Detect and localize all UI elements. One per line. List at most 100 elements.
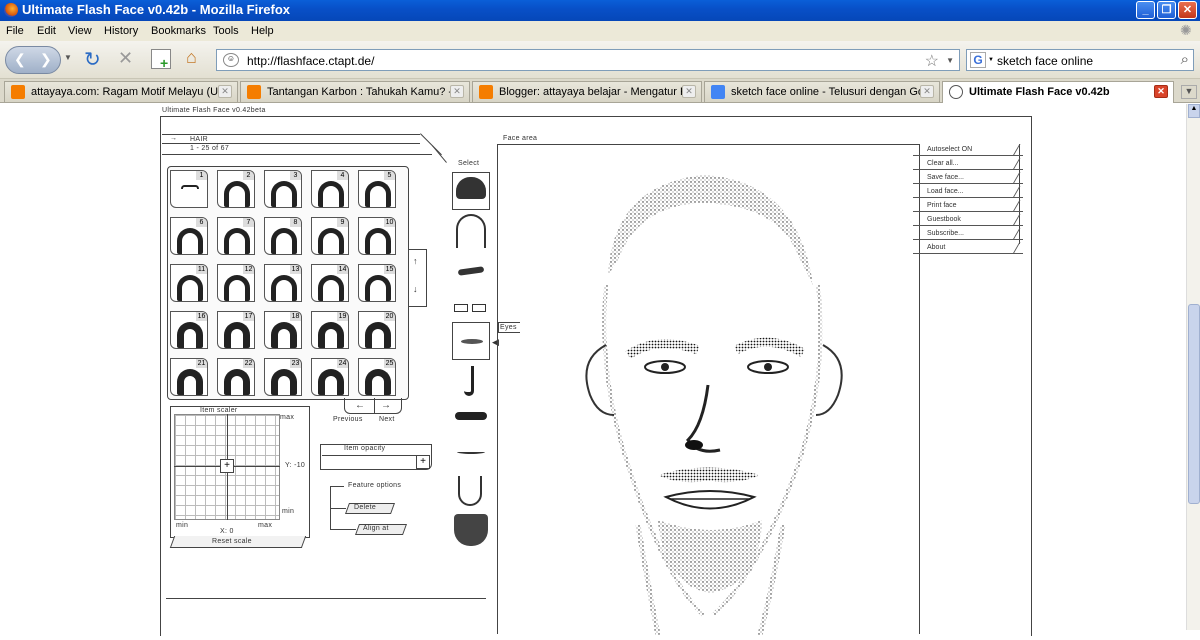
page-scrollbar[interactable]: ▲ [1186, 104, 1200, 630]
history-dropdown-icon[interactable]: ▼ [64, 53, 72, 62]
select-chin[interactable] [452, 472, 490, 510]
delete-label[interactable]: Delete [354, 504, 376, 511]
tab-close-icon[interactable]: ✕ [920, 85, 934, 98]
menu-print-face[interactable]: Print face [913, 200, 1023, 212]
category-header: → HAIR [162, 134, 420, 144]
menu-save-face[interactable]: Save face... [913, 172, 1023, 184]
back-icon[interactable]: ❮ [14, 51, 26, 68]
menu-history[interactable]: History [104, 25, 138, 37]
hair-tile[interactable]: 9 [311, 217, 349, 255]
tile-number: 15 [384, 265, 395, 274]
menu-bookmarks[interactable]: Bookmarks [151, 25, 206, 37]
menu-load-face[interactable]: Load face... [913, 186, 1023, 198]
hair-tile[interactable]: 12 [217, 264, 255, 302]
hair-tile[interactable]: 1 [170, 170, 208, 208]
scroll-thumb[interactable] [1188, 304, 1200, 504]
url-dropdown-icon[interactable]: ▼ [946, 56, 954, 65]
hair-preview [318, 228, 344, 254]
home-icon[interactable]: ⌂ [186, 47, 197, 68]
select-hair[interactable] [452, 172, 490, 210]
hair-tile[interactable]: 24 [311, 358, 349, 396]
menu-help[interactable]: Help [251, 25, 274, 37]
select-eyes[interactable] [452, 322, 490, 360]
scroll-up-arrow-icon[interactable]: ▲ [1188, 104, 1200, 118]
forward-icon[interactable]: ❯ [40, 51, 52, 68]
select-mustache[interactable] [452, 400, 490, 438]
menu-view[interactable]: View [68, 25, 92, 37]
next-label[interactable]: Next [379, 416, 395, 423]
tab-close-icon[interactable]: ✕ [682, 85, 696, 98]
menu-tools[interactable]: Tools [213, 25, 239, 37]
menu-subscribe[interactable]: Subscribe... [913, 228, 1023, 240]
hair-tile[interactable]: 17 [217, 311, 255, 349]
hair-tile[interactable]: 14 [311, 264, 349, 302]
hair-tile[interactable]: 2 [217, 170, 255, 208]
hair-tile[interactable]: 4 [311, 170, 349, 208]
tab-close-icon[interactable]: ✕ [218, 85, 232, 98]
hair-tile[interactable]: 18 [264, 311, 302, 349]
hair-tile[interactable]: 25 [358, 358, 396, 396]
hair-tile[interactable]: 7 [217, 217, 255, 255]
tab-flash-face[interactable]: Ultimate Flash Face v0.42b ✕ [942, 81, 1174, 103]
scroll-up-icon[interactable]: ↑ [413, 256, 418, 266]
face-area[interactable] [497, 144, 919, 636]
hair-tile[interactable]: 15 [358, 264, 396, 302]
reload-icon[interactable]: ↻ [84, 47, 101, 72]
select-nose[interactable] [452, 362, 490, 400]
hair-tile[interactable]: 20 [358, 311, 396, 349]
select-head-shape[interactable] [452, 212, 490, 250]
search-bar[interactable]: G ▼ sketch face online ⌕ [966, 49, 1194, 71]
search-magnifier-icon[interactable]: ⌕ [1181, 51, 1189, 68]
menu-autoselect[interactable]: Autoselect ON [913, 144, 1023, 156]
hair-tile[interactable]: 13 [264, 264, 302, 302]
scaler-x-value: X: 0 [220, 528, 234, 535]
minimize-button[interactable]: _ [1136, 1, 1155, 19]
hair-tile[interactable]: 5 [358, 170, 396, 208]
hair-tile[interactable]: 22 [217, 358, 255, 396]
previous-label[interactable]: Previous [333, 416, 363, 423]
new-tab-icon[interactable]: + [151, 49, 171, 71]
scaler-handle-icon[interactable]: + [220, 459, 234, 473]
menu-guestbook[interactable]: Guestbook [913, 214, 1023, 226]
tab-close-icon[interactable]: ✕ [1154, 85, 1168, 98]
opacity-slider-handle-icon[interactable]: + [416, 455, 430, 469]
hair-tile[interactable]: 8 [264, 217, 302, 255]
search-engine-dropdown-icon[interactable]: ▼ [988, 57, 994, 63]
menu-edit[interactable]: Edit [37, 25, 56, 37]
scroll-down-icon[interactable]: ↓ [413, 284, 418, 294]
stop-icon[interactable]: ✕ [118, 48, 133, 69]
tab-label: Blogger: attayaya belajar - Mengatur P..… [499, 86, 696, 98]
tab-tantangan-karbon[interactable]: Tantangan Karbon : Tahukah Kamu? - 1 ✕ [240, 81, 470, 102]
menu-about[interactable]: About [913, 242, 1023, 254]
next-arrow-icon[interactable]: → [381, 400, 391, 411]
tab-blogger[interactable]: Blogger: attayaya belajar - Mengatur P..… [472, 81, 702, 102]
hair-tile[interactable]: 21 [170, 358, 208, 396]
hair-tile[interactable]: 19 [311, 311, 349, 349]
select-mouth[interactable] [452, 436, 490, 474]
select-beard[interactable] [452, 510, 490, 548]
previous-arrow-icon[interactable]: ← [355, 400, 365, 411]
align-at-label[interactable]: Align at [363, 525, 389, 532]
site-identity-icon[interactable]: ☺ [223, 53, 239, 67]
bookmark-star-icon[interactable]: ☆ [925, 51, 939, 71]
hair-tile[interactable]: 11 [170, 264, 208, 302]
tab-list-dropdown-icon[interactable]: ▼ [1181, 85, 1197, 99]
hair-tile[interactable]: 23 [264, 358, 302, 396]
select-eyebrows[interactable] [452, 254, 490, 292]
close-button[interactable]: ✕ [1178, 1, 1197, 19]
maximize-button[interactable]: ❐ [1157, 1, 1176, 19]
search-input[interactable]: sketch face online [997, 54, 1093, 68]
hair-tile[interactable]: 16 [170, 311, 208, 349]
throbber-icon: ✺ [1180, 22, 1192, 38]
hair-tile[interactable]: 6 [170, 217, 208, 255]
hair-tile[interactable]: 3 [264, 170, 302, 208]
menu-clear-all[interactable]: Clear all... [913, 158, 1023, 170]
tab-close-icon[interactable]: ✕ [450, 85, 464, 98]
tab-attayaya[interactable]: attayaya.com: Ragam Motif Melayu (U... ✕ [4, 81, 238, 102]
tab-google-search[interactable]: sketch face online - Telusuri dengan Go.… [704, 81, 940, 102]
reset-scale-label[interactable]: Reset scale [212, 538, 252, 545]
hair-tile[interactable]: 10 [358, 217, 396, 255]
menu-file[interactable]: File [6, 25, 24, 37]
url-bar[interactable]: ☺ http://flashface.ctapt.de/ ☆ ▼ [216, 49, 960, 71]
search-engine-icon[interactable]: G [970, 52, 986, 68]
